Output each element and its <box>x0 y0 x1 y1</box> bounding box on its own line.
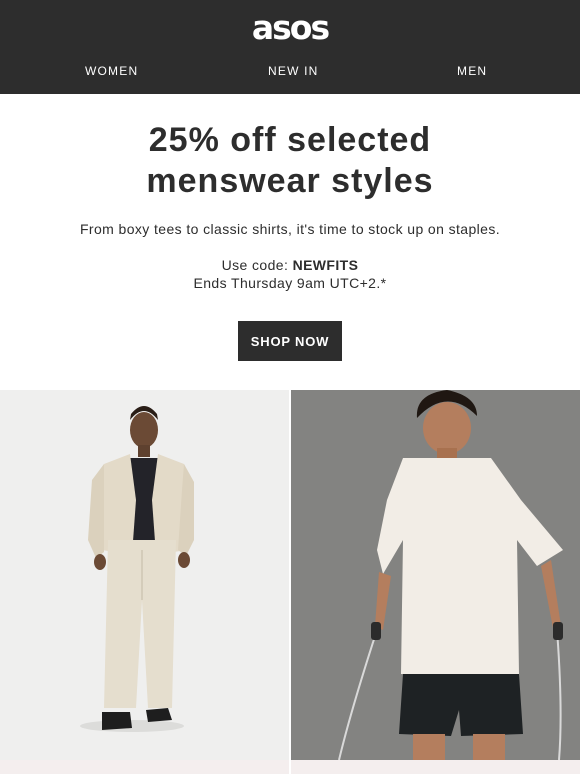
product-image-cream-denim[interactable] <box>0 390 289 760</box>
headline-line-1: 25% off selected <box>148 121 432 159</box>
promo-ends: Ends Thursday 9am UTC+2.* <box>193 275 387 291</box>
nav-new-in[interactable]: NEW IN <box>268 64 319 78</box>
next-tiles-preview <box>0 760 580 774</box>
model-cream-denim-illustration <box>0 390 289 760</box>
asos-logo[interactable]: asos <box>0 10 580 46</box>
nav-men[interactable]: MEN <box>457 64 487 78</box>
tile-divider <box>289 760 291 774</box>
product-image-white-tee[interactable] <box>291 390 580 760</box>
headline-line-2: menswear styles <box>146 162 434 200</box>
promo-subline: From boxy tees to classic shirts, it's t… <box>79 221 501 237</box>
model-white-tee-illustration <box>291 390 580 760</box>
promo-code: NEWFITS <box>292 257 359 273</box>
code-prefix: Use code: <box>221 257 293 273</box>
promo-headline: 25% off selected menswear styles <box>0 120 580 202</box>
shop-now-button[interactable]: SHOP NOW <box>238 321 342 361</box>
nav-women[interactable]: WOMEN <box>85 64 138 78</box>
email-header: asos WOMEN NEW IN MEN <box>0 0 580 94</box>
promo-code-line: Use code: NEWFITS <box>0 257 580 273</box>
